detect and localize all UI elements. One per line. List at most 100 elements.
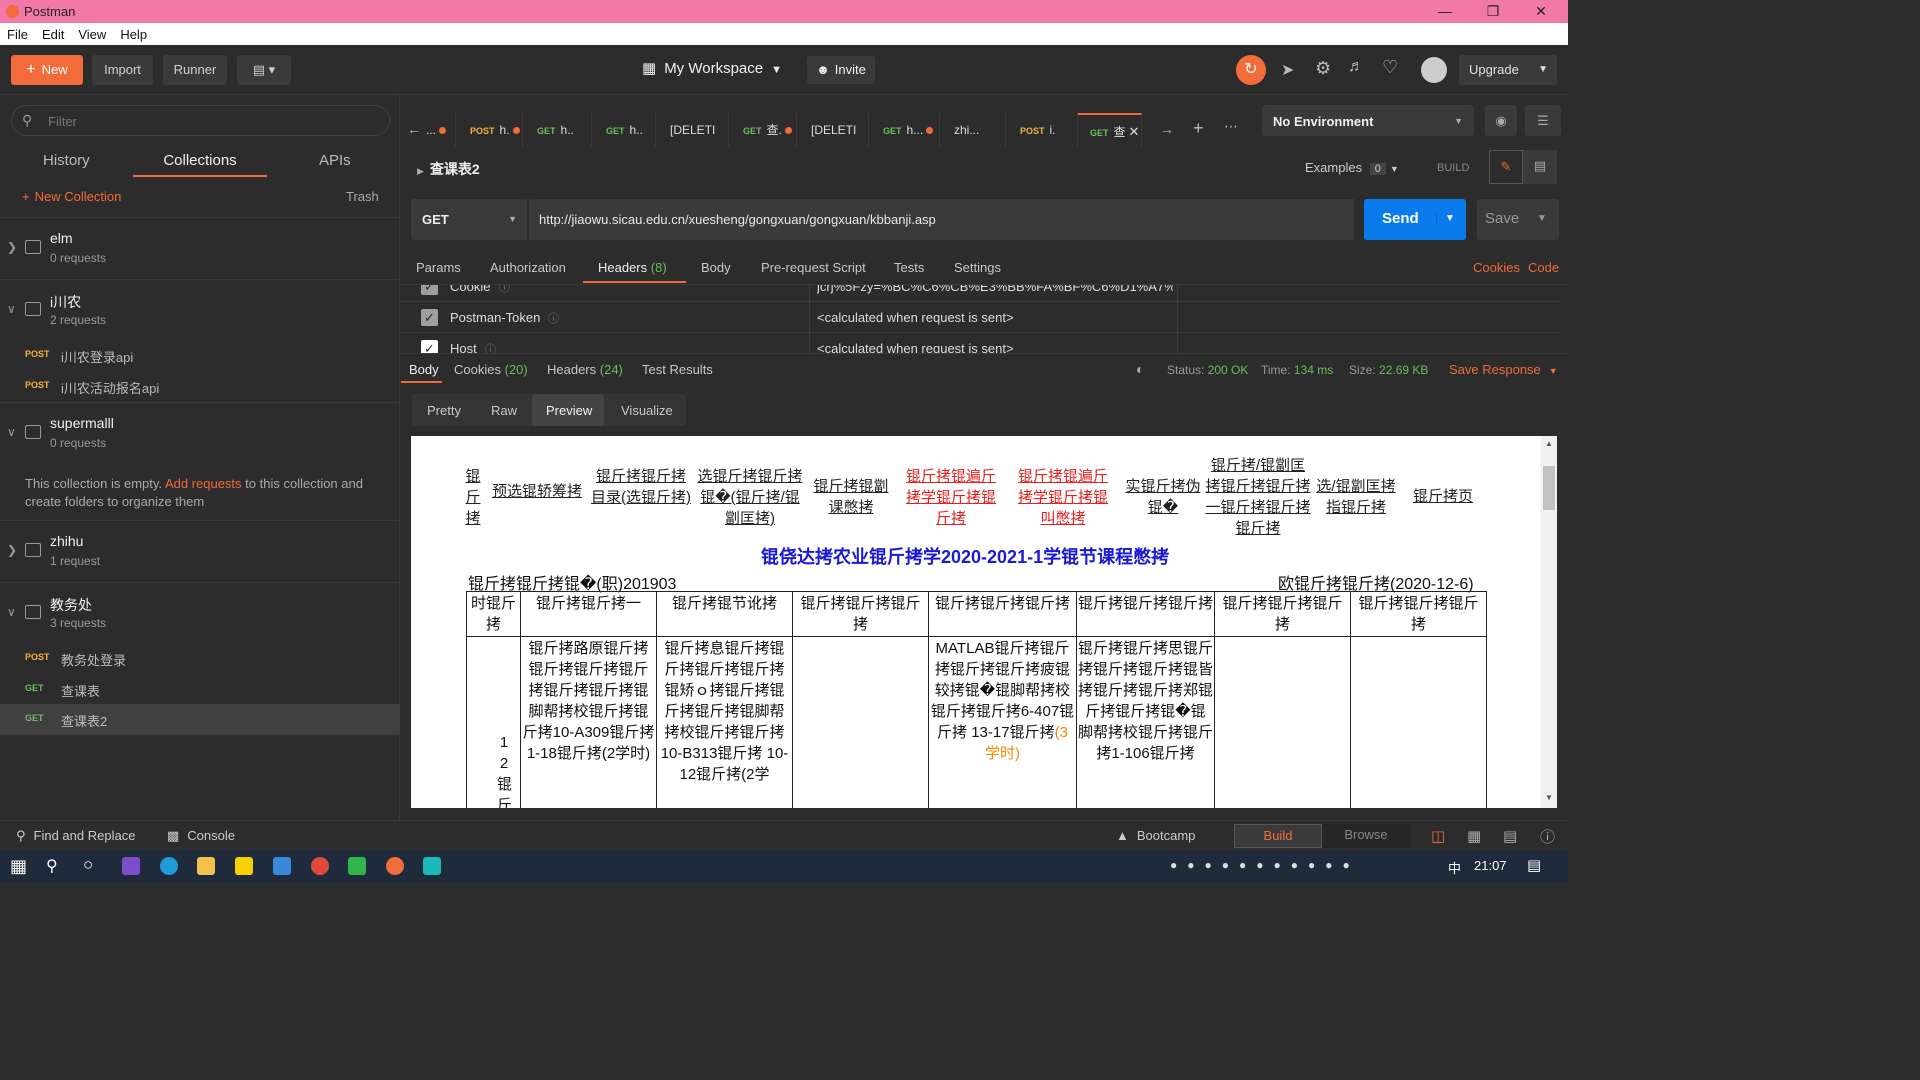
new-button[interactable]: + New <box>11 55 83 85</box>
sticky-notes-icon[interactable] <box>235 857 253 875</box>
nav-link[interactable]: 锟斤拷锟遍斤拷学锟斤拷锟斤拷 <box>899 466 1003 529</box>
request-item[interactable]: POST i川农活动报名api <box>0 371 400 401</box>
send-button[interactable]: Send ▼ <box>1364 199 1466 240</box>
request-tab[interactable]: zhi... <box>940 113 1006 147</box>
filter-input[interactable]: ⚲ Filter <box>11 105 390 136</box>
sidebar-tab-apis[interactable]: APIs <box>319 152 351 169</box>
new-collection-button[interactable]: + New Collection <box>22 189 121 204</box>
close-tab-icon[interactable]: ✕ <box>1129 124 1140 139</box>
console-button[interactable]: ▩ Console <box>167 828 235 844</box>
save-response-button[interactable]: Save Response ▼ <box>1449 362 1558 377</box>
search-icon[interactable]: ⚲ <box>46 856 58 876</box>
tab-tests[interactable]: Tests <box>894 260 924 275</box>
nav-link[interactable]: 锟斤拷锟遍斤拷学锟斤拷锟叫憋拷 <box>1011 466 1115 529</box>
maximize-button[interactable]: ❐ <box>1469 0 1517 23</box>
webstorm-icon[interactable] <box>423 857 441 875</box>
examples-dropdown[interactable]: Examples 0 ▼ <box>1305 160 1399 175</box>
close-window-button[interactable]: ✕ <box>1517 0 1565 23</box>
satellite-icon[interactable]: ➤ <box>1281 60 1294 80</box>
request-tab-active[interactable]: GET 查 ✕ <box>1078 113 1142 147</box>
response-tab-test-results[interactable]: Test Results <box>642 362 713 377</box>
collection-supermalll[interactable]: ∨ supermalll 0 requests <box>0 402 400 462</box>
build-mode-toggle[interactable]: Build <box>1234 824 1322 848</box>
pen-icon[interactable] <box>273 857 291 875</box>
sidebar-tab-collections[interactable]: Collections <box>133 143 267 177</box>
checkbox-checked-icon[interactable]: ✓ <box>421 285 438 295</box>
menu-file[interactable]: File <box>0 27 35 42</box>
code-link[interactable]: Code <box>1528 260 1559 275</box>
tab-settings[interactable]: Settings <box>954 260 1001 275</box>
checkbox-checked-icon[interactable]: ✓ <box>421 340 438 353</box>
response-tab-cookies[interactable]: Cookies (20) <box>454 362 528 377</box>
cookies-link[interactable]: Cookies <box>1473 260 1520 275</box>
upgrade-button[interactable]: Upgrade ▼ <box>1459 55 1557 85</box>
request-tab[interactable]: GET h.. <box>523 113 592 147</box>
nav-link[interactable]: 锟斤拷锟劏课憋拷 <box>810 476 892 518</box>
nav-link[interactable]: 预选锟轿筹拷 <box>487 481 587 502</box>
file-explorer-icon[interactable] <box>197 857 215 875</box>
chevron-down-icon[interactable]: ▼ <box>1436 213 1455 224</box>
checkbox-checked-icon[interactable]: ✓ <box>421 309 438 326</box>
invite-button[interactable]: ☻ Invite <box>807 56 875 84</box>
trash-link[interactable]: Trash <box>346 189 379 204</box>
minimize-button[interactable]: — <box>1421 0 1469 23</box>
collection-zhihu[interactable]: ❯ zhihu 1 request <box>0 520 400 582</box>
bootcamp-button[interactable]: ▲ Bootcamp <box>1116 828 1195 843</box>
sidebar-tab-history[interactable]: History <box>43 152 90 169</box>
scroll-down-icon[interactable]: ▼ <box>1545 793 1553 802</box>
menu-edit[interactable]: Edit <box>35 27 71 42</box>
nav-link[interactable]: 选/锟劏匡拷指锟斤拷 <box>1314 476 1398 518</box>
globe-icon[interactable]: ◐ <box>1136 361 1144 377</box>
chrome-icon[interactable] <box>311 857 329 875</box>
view-visualize[interactable]: Visualize <box>621 403 673 418</box>
menu-help[interactable]: Help <box>113 27 154 42</box>
nav-link[interactable]: 锟斤拷页 <box>1408 486 1478 507</box>
menu-view[interactable]: View <box>71 27 113 42</box>
request-tab[interactable]: POST h. <box>456 113 523 147</box>
visual-studio-icon[interactable] <box>122 857 140 875</box>
request-tab[interactable]: ... <box>416 113 456 147</box>
request-tab[interactable]: GET h... <box>869 113 940 147</box>
scrollbar[interactable]: ▲ ▼ <box>1541 436 1557 808</box>
response-tab-headers[interactable]: Headers (24) <box>547 362 623 377</box>
arrow-right-icon[interactable]: → <box>1160 121 1174 137</box>
settings-gear-icon[interactable]: ⚙ <box>1315 58 1331 79</box>
collection-jiaowuchu[interactable]: ∨ 教务处 3 requests <box>0 582 400 643</box>
view-raw[interactable]: Raw <box>491 403 517 418</box>
app-icon[interactable] <box>348 857 366 875</box>
tab-body[interactable]: Body <box>701 260 731 275</box>
environment-quick-look-button[interactable]: ◉ <box>1485 105 1517 136</box>
add-requests-link[interactable]: Add requests <box>165 476 242 491</box>
save-button[interactable]: Save ▼ <box>1477 199 1559 240</box>
edge-icon[interactable] <box>160 857 178 875</box>
avatar[interactable] <box>1421 57 1447 83</box>
request-item-selected[interactable]: GET 查课表2 <box>0 704 400 734</box>
response-tab-body[interactable]: Body <box>401 354 442 383</box>
import-button[interactable]: Import <box>92 55 153 85</box>
notifications-bell-icon[interactable]: ♬ <box>1348 58 1364 76</box>
environment-selector[interactable]: No Environment ▼ <box>1262 105 1474 136</box>
tray-icons[interactable]: ●●●●●●●●●●● <box>1170 858 1360 872</box>
request-item[interactable]: POST i川农登录api <box>0 340 400 370</box>
scroll-up-icon[interactable]: ▲ <box>1545 439 1553 448</box>
request-tab[interactable]: POST i. <box>1006 113 1078 147</box>
request-tab[interactable]: GET h.. <box>592 113 656 147</box>
request-name[interactable]: ▶ 查课表2 <box>417 159 480 179</box>
environment-settings-button[interactable]: ☰ <box>1525 105 1561 136</box>
view-preview[interactable]: Preview <box>532 394 604 426</box>
request-tab[interactable]: [DELETI <box>797 113 869 147</box>
help-icon[interactable]: ⓘ <box>1540 826 1555 847</box>
new-tab-plus-icon[interactable]: + <box>1193 118 1204 139</box>
heart-icon[interactable]: ♡ <box>1382 57 1398 78</box>
bookshelf-icon[interactable]: ▤ <box>1503 827 1517 845</box>
more-tabs-icon[interactable]: ⋯ <box>1224 118 1238 135</box>
scrollbar-thumb[interactable] <box>1543 466 1555 510</box>
method-select[interactable]: GET ▼ <box>411 199 527 240</box>
nav-link[interactable]: 锟斤拷 <box>463 466 483 529</box>
collection-ichuannong[interactable]: ∨ i川农 2 requests <box>0 279 400 340</box>
notification-center-icon[interactable]: ▤ <box>1527 856 1541 874</box>
chevron-down-icon[interactable]: ▼ <box>1537 213 1547 224</box>
edit-pencil-button[interactable]: ✎ <box>1489 150 1523 184</box>
nav-link[interactable]: 选锟斤拷锟斤拷锟�(锟斤拷/锟劏匡拷) <box>693 466 807 529</box>
tab-pre-request-script[interactable]: Pre-request Script <box>761 260 866 275</box>
